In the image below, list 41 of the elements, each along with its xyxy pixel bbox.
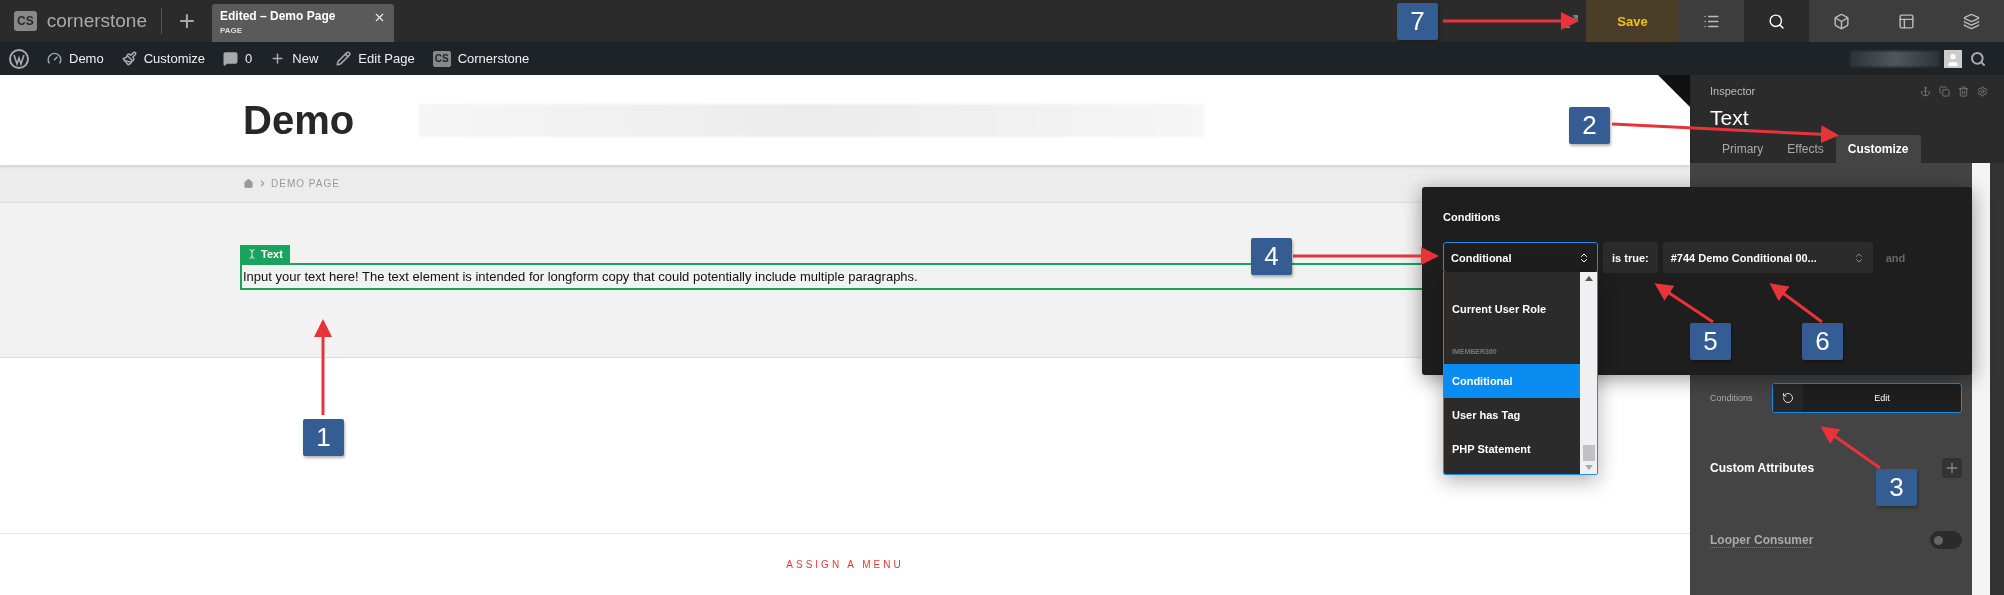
admin-bar-link[interactable]: New xyxy=(261,51,328,66)
document-title: Edited – Demo Page xyxy=(220,9,337,23)
menu-link[interactable]: ASSIGN A MENU xyxy=(786,559,904,570)
cornerstone-logo: CS xyxy=(432,50,451,67)
site-title: Demo xyxy=(243,97,355,143)
field-label: Looper Consumer xyxy=(1710,532,1814,548)
panel-heading: Inspector xyxy=(1710,85,1756,97)
breadcrumb-text: DEMO PAGE xyxy=(271,178,340,189)
panel-title: Text xyxy=(1710,106,1750,130)
step-number: 1 xyxy=(303,419,344,456)
step-number: 7 xyxy=(1397,3,1438,40)
condition-type-select[interactable]: Conditional xyxy=(1443,242,1598,273)
step-number: 6 xyxy=(1802,323,1843,360)
admin-bar-link[interactable]: Edit Page xyxy=(327,51,424,66)
new-button[interactable]: + xyxy=(162,0,212,42)
step-number: 2 xyxy=(1569,107,1610,144)
inspector-tab[interactable]: Primary xyxy=(1710,135,1776,163)
edit-conditions-button[interactable]: Edit xyxy=(1772,383,1962,413)
step-number: 4 xyxy=(1251,238,1292,275)
inspector-tab[interactable]: Customize xyxy=(1835,135,1921,163)
joiner-text: and xyxy=(1885,251,1906,264)
document-tab[interactable]: Edited – Demo Page PAGE xyxy=(212,4,394,42)
popup-title: Conditions xyxy=(1443,211,1502,223)
cornerstone-logo: CS xyxy=(14,11,37,31)
admin-bar-link[interactable]: CS Cornerstone xyxy=(423,50,539,67)
step-number: 3 xyxy=(1876,469,1917,506)
section-title: Custom Attributes xyxy=(1710,461,1815,475)
app-name: cornerstone xyxy=(46,10,147,32)
admin-bar-link[interactable]: 0 xyxy=(214,51,262,66)
dropdown-option[interactable]: PHP Statement xyxy=(1444,432,1580,466)
admin-bar-link[interactable]: Customize xyxy=(112,51,215,66)
operator-label: is true: xyxy=(1603,242,1658,273)
document-type: PAGE xyxy=(220,26,244,35)
dropdown-option[interactable]: Current User Role xyxy=(1444,292,1580,326)
save-button[interactable]: Save xyxy=(1586,0,1679,42)
inspector-tab[interactable]: Effects xyxy=(1775,135,1836,163)
dropdown-option[interactable]: User has Tag xyxy=(1444,398,1580,432)
condition-value-select[interactable]: #744 Demo Conditional 00... xyxy=(1662,242,1873,273)
field-label: Conditions xyxy=(1710,393,1753,403)
admin-bar-link[interactable]: Demo xyxy=(38,51,113,66)
step-number: 5 xyxy=(1690,323,1731,360)
